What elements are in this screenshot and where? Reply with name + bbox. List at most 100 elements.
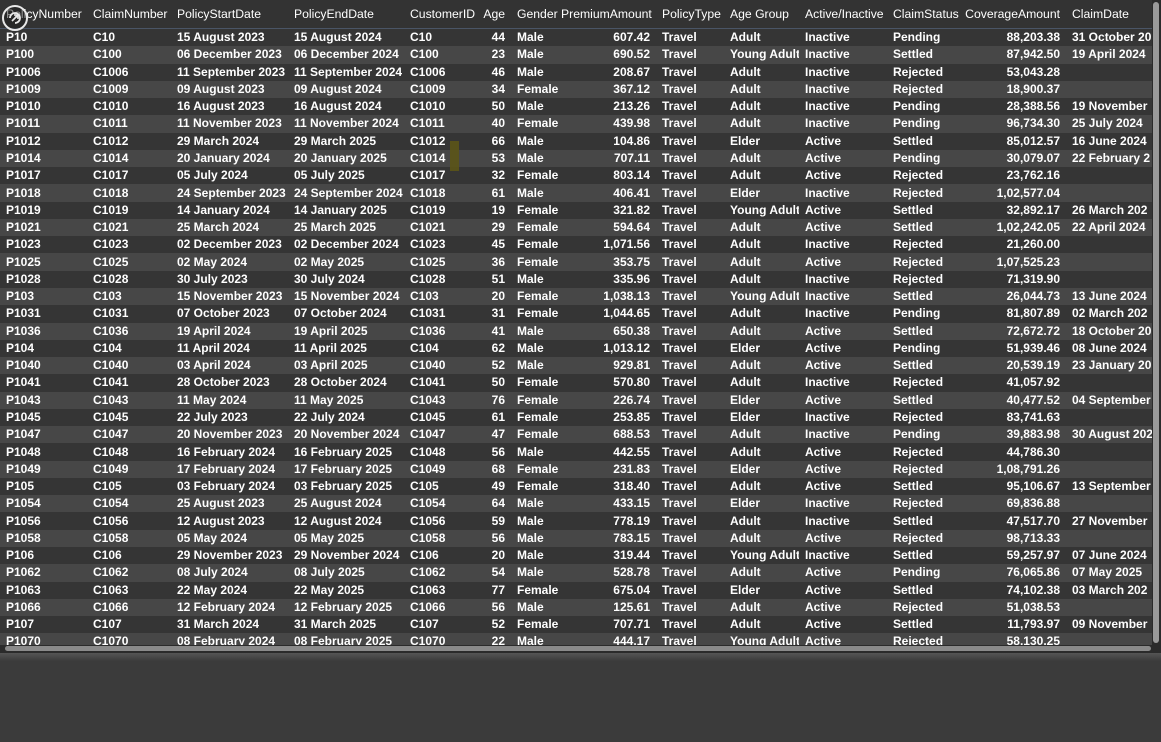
table-row[interactable]: P1040 C1040 03 April 2024 03 April 2025 C104… xyxy=(0,357,1152,375)
table-cell: 07 October 2024 xyxy=(288,305,404,323)
table-row[interactable]: P105 C105 03 February 2024 03 February 2025… xyxy=(0,477,1152,496)
table-row[interactable]: P1021 C1021 25 March 2024 25 March 2025 C102… xyxy=(0,218,1152,237)
table-cell: Settled xyxy=(887,391,963,409)
table-row[interactable]: P1017 C1017 05 July 2024 05 July 2025 C1017 3… xyxy=(0,167,1152,185)
table-cell: 16 February 2024 xyxy=(171,443,288,461)
column-header[interactable]: Active/Inactive xyxy=(799,0,887,29)
table-row[interactable]: P1010 C1010 16 August 2023 16 August 2024 C1… xyxy=(0,98,1152,116)
table-cell: Rejected xyxy=(887,633,963,645)
table-cell: C1045 xyxy=(87,408,171,427)
horizontal-scrollbar[interactable] xyxy=(0,645,1161,653)
table-row[interactable]: P1063 C1063 22 May 2024 22 May 2025 C1063 77 F… xyxy=(0,581,1152,599)
column-header[interactable]: ClaimNumber xyxy=(87,0,171,29)
table-row[interactable]: P1043 C1043 11 May 2024 11 May 2025 C1043 76 F… xyxy=(0,391,1152,409)
table-row[interactable]: P103 C103 15 November 2023 15 November 2024… xyxy=(0,287,1152,306)
table-row[interactable]: P1018 C1018 24 September 2023 24 September … xyxy=(0,184,1152,202)
table-row[interactable]: P1054 C1054 25 August 2023 25 August 2024 C1… xyxy=(0,495,1152,513)
table-cell: 16 August 2023 xyxy=(171,98,288,116)
table-cell: Adult xyxy=(724,28,799,47)
table-cell: 1,08,791.26 xyxy=(963,460,1066,478)
table-cell: Active xyxy=(799,149,887,168)
table-row[interactable]: P1048 C1048 16 February 2024 16 February 20… xyxy=(0,443,1152,461)
table-cell xyxy=(1066,184,1152,202)
table-row[interactable]: P1058 C1058 05 May 2024 05 May 2025 C1058 56 M… xyxy=(0,529,1152,547)
column-header[interactable]: CustomerID xyxy=(404,0,478,29)
table-cell: 08 February 2024 xyxy=(171,633,288,645)
table-cell: P10 xyxy=(0,28,87,47)
table-row[interactable]: P1056 C1056 12 August 2023 12 August 2024 C1… xyxy=(0,512,1152,530)
table-cell: Female xyxy=(511,391,561,409)
table-cell: 208.67 xyxy=(561,63,656,81)
table-row[interactable]: P1023 C1023 02 December 2023 02 December 20… xyxy=(0,236,1152,254)
table-cell xyxy=(1066,460,1152,478)
table-row[interactable]: P104 C104 11 April 2024 11 April 2025 C104 62… xyxy=(0,339,1152,358)
column-header[interactable]: ClaimStatus xyxy=(887,0,963,29)
table-cell: C103 xyxy=(404,287,478,306)
table-cell: C1011 xyxy=(404,115,478,133)
horizontal-scrollbar-thumb[interactable] xyxy=(5,646,1151,651)
table-row[interactable]: P1014 C1014 20 January 2024 20 January 2025… xyxy=(0,149,1152,168)
table-row[interactable]: P1070 C1070 08 February 2024 08 February 20… xyxy=(0,633,1152,645)
vertical-scrollbar-thumb[interactable] xyxy=(1153,2,1159,643)
table-cell xyxy=(1066,529,1152,547)
table-row[interactable]: P1031 C1031 07 October 2023 07 October 2024… xyxy=(0,305,1152,323)
table-row[interactable]: P100 C100 06 December 2023 06 December 2024… xyxy=(0,46,1152,64)
data-table: PolicyNumber ClaimNumber PolicyStartDate Po… xyxy=(0,0,1152,645)
table-cell: 25 August 2023 xyxy=(171,495,288,513)
column-header[interactable]: Age Group xyxy=(724,0,799,29)
table-cell: 61 xyxy=(478,408,511,427)
table-row[interactable]: P1041 C1041 28 October 2023 28 October 2024… xyxy=(0,374,1152,392)
column-header[interactable]: CoverageAmount xyxy=(963,0,1066,29)
table-row[interactable]: P1049 C1049 17 February 2024 17 February 20… xyxy=(0,460,1152,478)
table-cell: Settled xyxy=(887,132,963,150)
column-header[interactable]: Gender xyxy=(511,0,561,29)
column-header[interactable]: PremiumAmount xyxy=(561,0,656,29)
column-header[interactable]: Age xyxy=(478,0,511,29)
table-cell: 28 October 2024 xyxy=(288,374,404,392)
table-row[interactable]: P1012 C1012 29 March 2024 29 March 2025 C101… xyxy=(0,132,1152,150)
column-header[interactable]: PolicyEndDate xyxy=(288,0,404,29)
table-row[interactable]: P1066 C1066 12 February 2024 12 February 20… xyxy=(0,598,1152,617)
table-cell: 02 December 2024 xyxy=(288,236,404,254)
vertical-scrollbar[interactable] xyxy=(1152,0,1161,645)
column-header[interactable]: ClaimDate xyxy=(1066,0,1152,29)
table-row[interactable]: P1047 C1047 20 November 2023 20 November 20… xyxy=(0,426,1152,444)
table-row[interactable]: P1045 C1045 22 July 2023 22 July 2024 C1045 6… xyxy=(0,408,1152,427)
column-header[interactable]: PolicyStartDate xyxy=(171,0,288,29)
table-cell: Travel xyxy=(656,443,724,461)
table-cell: 688.53 xyxy=(561,426,656,444)
table-cell: 09 August 2024 xyxy=(288,80,404,99)
table-row[interactable]: P1062 C1062 08 July 2024 08 July 2025 C1062 5… xyxy=(0,564,1152,582)
table-cell: 25 July 2024 xyxy=(1066,115,1152,133)
table-row[interactable]: P1019 C1019 14 January 2024 14 January 2025… xyxy=(0,201,1152,219)
table-cell: P1028 xyxy=(0,270,87,288)
table-cell: 34 xyxy=(478,80,511,99)
table-cell: 56 xyxy=(478,598,511,617)
table-cell: C1054 xyxy=(87,495,171,513)
table-row[interactable]: P106 C106 29 November 2023 29 November 2024… xyxy=(0,546,1152,565)
table-row[interactable]: P1011 C1011 11 November 2023 11 November 20… xyxy=(0,115,1152,133)
table-cell: 98,713.33 xyxy=(963,529,1066,547)
column-header[interactable]: PolicyType xyxy=(656,0,724,29)
table-cell: 26 March 202 xyxy=(1066,201,1152,219)
table-cell: Inactive xyxy=(799,512,887,530)
table-row[interactable]: P1006 C1006 11 September 2023 11 September … xyxy=(0,63,1152,81)
focus-mode-icon[interactable] xyxy=(2,5,28,31)
table-cell: C1048 xyxy=(87,443,171,461)
table-cell: P1025 xyxy=(0,253,87,271)
table-cell: Travel xyxy=(656,270,724,288)
table-cell: Male xyxy=(511,633,561,645)
table-row[interactable]: P1028 C1028 30 July 2023 30 July 2024 C1028 5… xyxy=(0,270,1152,288)
table-cell: Adult xyxy=(724,477,799,496)
table-row[interactable]: P107 C107 31 March 2024 31 March 2025 C107 52… xyxy=(0,616,1152,634)
table-cell: 81,807.89 xyxy=(963,305,1066,323)
table-row[interactable]: P10 C10 15 August 2023 15 August 2024 C10 44 M… xyxy=(0,28,1152,47)
table-cell: C1048 xyxy=(404,443,478,461)
table-row[interactable]: P1009 C1009 09 August 2023 09 August 2024 C1… xyxy=(0,80,1152,99)
table-cell: 1,02,577.04 xyxy=(963,184,1066,202)
table-cell: Travel xyxy=(656,529,724,547)
table-row[interactable]: P1025 C1025 02 May 2024 02 May 2025 C1025 36 F… xyxy=(0,253,1152,271)
table-cell: 12 August 2024 xyxy=(288,512,404,530)
table-cell: 95,106.67 xyxy=(963,477,1066,496)
table-row[interactable]: P1036 C1036 19 April 2024 19 April 2025 C103… xyxy=(0,322,1152,340)
